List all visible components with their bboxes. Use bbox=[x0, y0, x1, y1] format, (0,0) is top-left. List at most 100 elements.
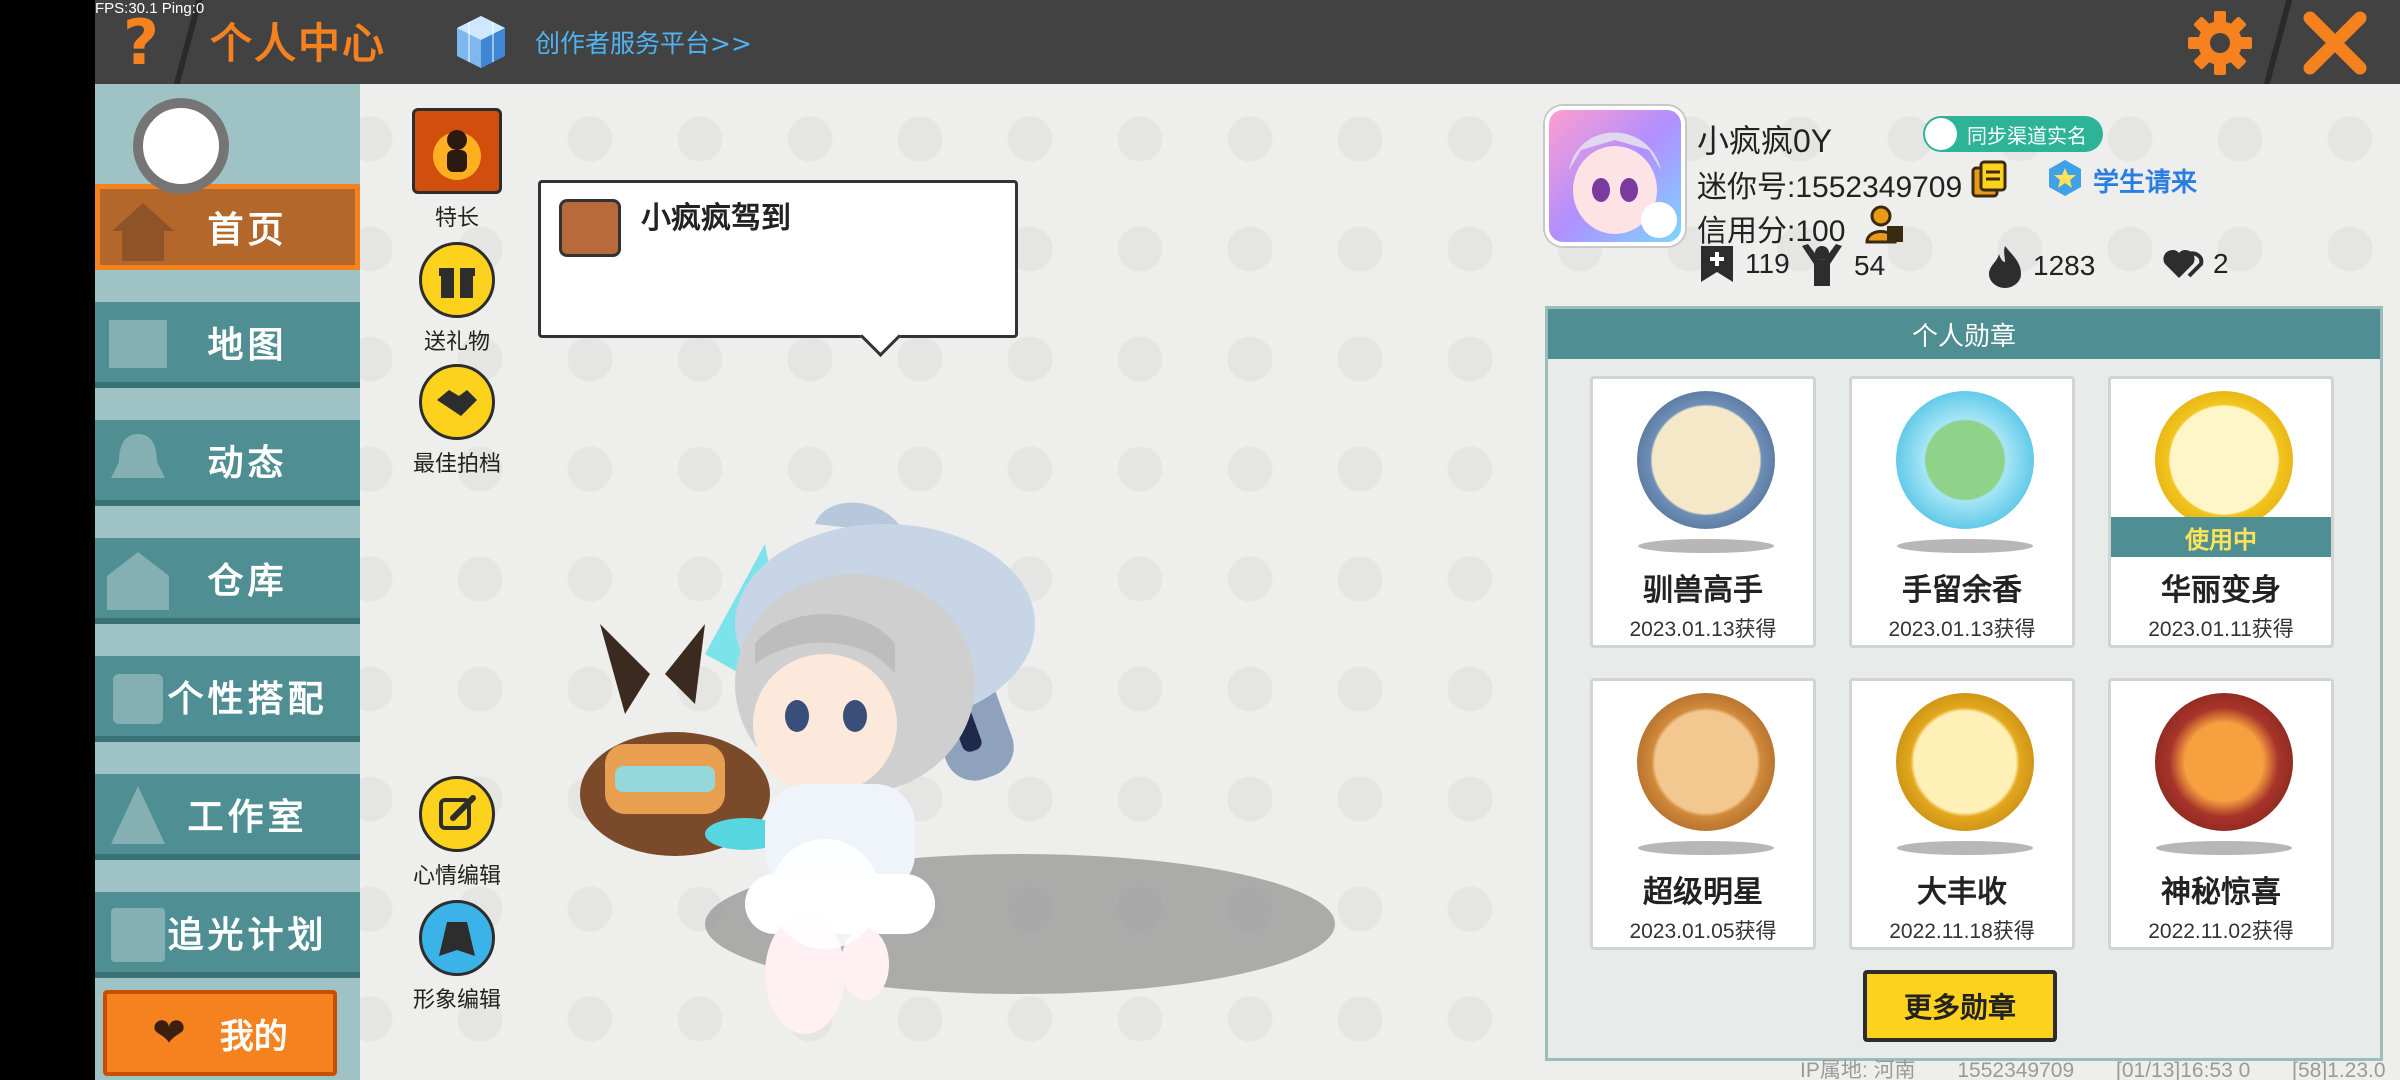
sidebar-item-label: 仓库 bbox=[207, 561, 288, 602]
nickname: 小疯疯0Y bbox=[1697, 123, 1833, 159]
sidebar: 首页 地图 动态 仓库 个性搭配 工作室 追光计划 ❤ 我的 bbox=[95, 84, 360, 1080]
mini-id: 迷你号:1552349709 bbox=[1697, 171, 1963, 204]
bookmark-plus-icon bbox=[1701, 246, 1733, 282]
spotlight-icon bbox=[111, 908, 165, 962]
medal-name: 大丰收 bbox=[1917, 875, 2007, 910]
in-use-tag: 使用中 bbox=[2111, 517, 2331, 557]
footer-info: IP属地: 河南 1552349709 [01/13]16:53 0 [58]1… bbox=[1800, 1054, 2400, 1080]
warehouse-icon bbox=[107, 552, 169, 610]
sidebar-item-label: 追光计划 bbox=[167, 915, 328, 956]
cheer-icon bbox=[1802, 244, 1842, 286]
medal-date: 2023.01.13获得 bbox=[1629, 618, 1777, 641]
character-model[interactable] bbox=[565, 494, 1365, 1064]
medal-name: 驯兽高手 bbox=[1643, 573, 1763, 608]
fire-icon bbox=[412, 108, 502, 194]
bell-icon bbox=[111, 434, 165, 478]
friends-stat[interactable]: 119 bbox=[1697, 244, 1790, 284]
footer-time: [01/13]16:53 0 bbox=[2116, 1059, 2251, 1080]
specialty-label: 特长 bbox=[434, 206, 479, 231]
medal-date: 2023.01.13获得 bbox=[1888, 618, 2036, 641]
fans-stat[interactable]: 54 bbox=[1798, 244, 1885, 288]
ip-location: IP属地: 河南 bbox=[1800, 1059, 1916, 1080]
sidebar-item-warehouse[interactable]: 仓库 bbox=[95, 538, 360, 624]
fans-count: 54 bbox=[1854, 250, 1886, 281]
medal-card[interactable]: 神秘惊喜 2022.11.02获得 bbox=[2108, 678, 2334, 950]
medal-card[interactable]: 驯兽高手 2023.01.13获得 bbox=[1590, 376, 1816, 648]
floating-joystick[interactable] bbox=[133, 98, 229, 194]
more-medals-button[interactable]: 更多勋章 bbox=[1863, 970, 2057, 1042]
handshake-icon bbox=[419, 364, 495, 440]
sidebar-item-map[interactable]: 地图 bbox=[95, 302, 360, 388]
dino-medal-icon bbox=[2155, 391, 2293, 529]
verify-badge[interactable]: 同步渠道实名 bbox=[1923, 116, 2103, 152]
medal-name: 手留余香 bbox=[1902, 573, 2022, 608]
sidebar-item-label: 工作室 bbox=[187, 797, 308, 838]
hearts-icon bbox=[2163, 250, 2204, 278]
sidebar-item-studio[interactable]: 工作室 bbox=[95, 774, 360, 860]
close-icon[interactable] bbox=[2300, 8, 2370, 78]
help-button[interactable]: ? bbox=[111, 6, 171, 79]
heat-stat[interactable]: 1283 bbox=[1985, 244, 2095, 288]
sidebar-item-feed[interactable]: 动态 bbox=[95, 420, 360, 506]
horse-medal-icon bbox=[1637, 391, 1775, 529]
sidebar-item-home[interactable]: 首页 bbox=[95, 184, 360, 270]
medal-date: 2023.01.05获得 bbox=[1629, 920, 1777, 943]
bubble-text: 小疯疯驾到 bbox=[641, 201, 791, 236]
profile-card-icon[interactable] bbox=[1865, 204, 1905, 246]
medal-name: 华丽变身 bbox=[2161, 573, 2281, 608]
medal-date: 2022.11.18获得 bbox=[1889, 920, 2035, 943]
medal-panel-title: 个人勋章 bbox=[1548, 309, 2380, 359]
divider bbox=[2263, 0, 2293, 84]
creator-platform-link[interactable]: 创作者服务平台>> bbox=[535, 24, 752, 60]
mine-button[interactable]: ❤ 我的 bbox=[103, 990, 337, 1076]
outfit-icon bbox=[113, 674, 163, 724]
cape-icon bbox=[419, 900, 495, 976]
sidebar-item-spotlight[interactable]: 追光计划 bbox=[95, 892, 360, 978]
sidebar-item-outfit[interactable]: 个性搭配 bbox=[95, 656, 360, 742]
avatar-edit-button[interactable]: 形象编辑 bbox=[397, 900, 517, 1014]
medal-card[interactable]: 大丰收 2022.11.18获得 bbox=[1849, 678, 2075, 950]
student-link[interactable]: 学生请来 bbox=[2093, 162, 2197, 199]
medal-pedestal bbox=[1897, 539, 2033, 553]
footer-uid: 1552349709 bbox=[1957, 1059, 2075, 1080]
sidebar-item-label: 动态 bbox=[207, 443, 288, 484]
heart-icon: ❤ bbox=[152, 1010, 186, 1056]
mine-label: 我的 bbox=[219, 1016, 288, 1057]
cube-icon[interactable] bbox=[455, 14, 507, 70]
star-medal-icon bbox=[1637, 693, 1775, 831]
medal-pedestal bbox=[2156, 841, 2292, 855]
girl bbox=[735, 502, 1035, 1034]
avatar[interactable] bbox=[1545, 106, 1685, 246]
medal-pedestal bbox=[1897, 841, 2033, 855]
avatar-head-icon bbox=[559, 199, 621, 257]
specialty-button[interactable]: 特长 bbox=[397, 108, 517, 232]
map-icon bbox=[109, 320, 167, 368]
flame-icon bbox=[1989, 246, 2021, 288]
medal-pedestal bbox=[1638, 539, 1774, 553]
copy-icon[interactable] bbox=[1971, 160, 2007, 198]
medal-pedestal bbox=[1638, 841, 1774, 855]
mood-edit-label: 心情编辑 bbox=[412, 864, 501, 889]
gift-button[interactable]: 送礼物 bbox=[397, 242, 517, 356]
page-title: 个人中心 bbox=[210, 19, 387, 68]
medal-date: 2023.01.11获得 bbox=[2148, 618, 2294, 641]
main-area: 首页 地图 动态 仓库 个性搭配 工作室 追光计划 ❤ 我的 特长 送礼物 最佳… bbox=[95, 84, 2400, 1080]
likes-stat[interactable]: 2 bbox=[2159, 244, 2229, 284]
gift-icon bbox=[419, 242, 495, 318]
sidebar-item-label: 地图 bbox=[207, 325, 288, 366]
edit-icon bbox=[419, 776, 495, 852]
studio-icon bbox=[111, 786, 165, 844]
speech-bubble[interactable]: 小疯疯驾到 bbox=[538, 180, 1018, 338]
best-partner-button[interactable]: 最佳拍档 bbox=[397, 364, 517, 478]
mood-edit-button[interactable]: 心情编辑 bbox=[397, 776, 517, 890]
footer-version: [58]1.23.0 bbox=[2292, 1059, 2386, 1080]
fps-readout: FPS:30.1 Ping:0 bbox=[95, 0, 205, 17]
top-bar: ? 个人中心 创作者服务平台>> bbox=[95, 0, 2400, 84]
frog-medal-icon bbox=[1896, 391, 2034, 529]
gear-icon[interactable] bbox=[2185, 8, 2255, 78]
medal-card[interactable]: 使用中 华丽变身 2023.01.11获得 bbox=[2108, 376, 2334, 648]
medal-card[interactable]: 手留余香 2023.01.13获得 bbox=[1849, 376, 2075, 648]
medal-card[interactable]: 超级明星 2023.01.05获得 bbox=[1590, 678, 1816, 950]
sidebar-item-label: 个性搭配 bbox=[167, 679, 328, 720]
house-icon bbox=[112, 203, 174, 261]
